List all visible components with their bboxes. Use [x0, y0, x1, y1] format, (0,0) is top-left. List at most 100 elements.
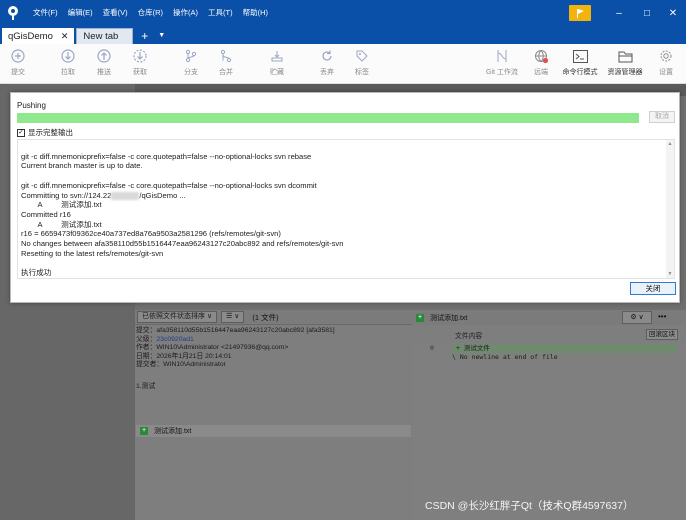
remote-label: 远端	[534, 69, 548, 76]
title-bar: 文件(F) 编辑(E) 查看(V) 仓库(R) 操作(A) 工具(T) 帮助(H…	[0, 0, 686, 26]
folder-icon	[605, 48, 645, 64]
line-number: 0	[430, 344, 434, 352]
diff-content	[412, 343, 686, 520]
commit-author: 作者：WIN10\Administrator <21497936@qq.com>	[136, 344, 289, 351]
file-list-toolbar: 已依照文件状态排序 ∨ ☰ ∨ (1 文件)	[135, 310, 412, 325]
added-file-icon: +	[140, 427, 148, 435]
close-window-button[interactable]: ✕	[659, 0, 686, 26]
fetch-button[interactable]: 获取	[120, 48, 160, 77]
remote-globe-icon	[521, 48, 561, 64]
tab-label: New tab	[83, 31, 119, 42]
output-log: git -c diff.mnemonicprefix=false -c core…	[17, 139, 675, 279]
explorer-button[interactable]: 资源管理器	[605, 48, 645, 77]
diff-no-newline: \ No newline at end of file	[452, 353, 558, 361]
output-line: No changes between afa358110d55b1516447e…	[21, 239, 344, 249]
show-full-output-toggle[interactable]: ✓ 显示完整输出	[17, 127, 73, 138]
added-file-icon: +	[416, 313, 424, 322]
redacted-address	[111, 191, 140, 200]
output-line: A 测试添加.txt	[21, 219, 102, 229]
commit-label: 提交	[11, 69, 25, 76]
scroll-down-icon[interactable]: ▼	[666, 270, 674, 278]
file-count: (1 文件)	[252, 312, 279, 322]
show-full-output-label: 显示完整输出	[28, 128, 73, 137]
discard-label: 丢弃	[320, 69, 334, 76]
output-line: Resetting to the latest refs/remotes/git…	[21, 248, 164, 258]
terminal-button[interactable]: 命令行模式	[560, 48, 600, 77]
output-line: Committing to svn://124.22/qGisDemo ...	[21, 191, 671, 201]
branch-icon	[171, 48, 211, 64]
commit-parent: 父级：23c0920ad1	[136, 336, 411, 345]
discard-button[interactable]: 丢弃	[307, 48, 347, 77]
dialog-title: Pushing	[17, 101, 46, 110]
push-progress-bar	[17, 113, 639, 123]
add-tab-button[interactable]: +	[141, 28, 148, 44]
commit-info: 提交：afa358110d55b1516447eaa96243127c20abc…	[136, 327, 411, 370]
close-button[interactable]: 关闭	[630, 282, 676, 295]
tab-bar: qGisDemo ✕ New tab + ▼	[0, 26, 686, 44]
gear-icon	[646, 48, 686, 64]
flag-icon[interactable]	[569, 5, 591, 21]
view-mode-dropdown[interactable]: ☰ ∨	[221, 311, 245, 323]
menu-view[interactable]: 查看(V)	[98, 0, 133, 26]
parent-link[interactable]: 23c0920ad1	[156, 336, 193, 343]
tab-new-tab[interactable]: New tab	[76, 28, 134, 44]
menu-tools[interactable]: 工具(T)	[203, 0, 238, 26]
more-options-icon[interactable]: •••	[658, 312, 666, 321]
tab-close-icon[interactable]: ✕	[61, 31, 69, 42]
main-toolbar: 提交 拉取 推送 获取 分支 合并 贮藏 丢弃 标签 Git 工作流 远端 命令…	[0, 44, 686, 84]
push-button[interactable]: 推送	[84, 48, 124, 77]
push-label: 推送	[97, 69, 111, 76]
cancel-button[interactable]: 取消	[649, 111, 675, 123]
revert-hunk-button[interactable]: 回滚区块	[646, 329, 678, 340]
pull-button[interactable]: 拉取	[48, 48, 88, 77]
menu-help[interactable]: 帮助(H)	[238, 0, 273, 26]
branch-label: 分支	[184, 69, 198, 76]
explorer-label: 资源管理器	[607, 69, 643, 76]
sourcetree-logo-icon	[4, 4, 22, 22]
list-item[interactable]: + 测试添加.txt	[136, 425, 411, 437]
minimize-button[interactable]: –	[605, 0, 633, 26]
stash-button[interactable]: 贮藏	[257, 48, 297, 77]
tab-label: qGisDemo	[8, 30, 53, 42]
commit-message: 1.测试	[136, 383, 156, 390]
settings-button[interactable]: 设置	[646, 48, 686, 77]
diff-file-name: 测试添加.txt	[430, 314, 468, 322]
git-flow-button[interactable]: Git 工作流	[482, 48, 522, 77]
branch-button[interactable]: 分支	[171, 48, 211, 77]
pull-icon	[48, 48, 88, 64]
scroll-up-icon[interactable]: ▲	[666, 140, 674, 148]
tab-list-dropdown-icon[interactable]: ▼	[158, 28, 165, 44]
remote-button[interactable]: 远端	[521, 48, 561, 77]
commit-hash: 提交：afa358110d55b1516447eaa96243127c20abc…	[136, 327, 335, 334]
tag-icon	[342, 48, 382, 64]
stash-icon	[257, 48, 297, 64]
pull-label: 拉取	[61, 69, 75, 76]
terminal-icon	[560, 48, 600, 64]
maximize-button[interactable]: □	[633, 0, 661, 26]
diff-options-button[interactable]: ⚙ ∨	[622, 311, 652, 324]
output-line: Current branch master is up to date.	[21, 161, 143, 171]
merge-button[interactable]: 合并	[206, 48, 246, 77]
commit-committer: 提交者：WIN10\Administrator	[136, 361, 226, 368]
output-scrollbar[interactable]: ▲ ▼	[666, 140, 674, 278]
settings-label: 设置	[659, 69, 673, 76]
terminal-label: 命令行模式	[562, 69, 598, 76]
sort-order-dropdown[interactable]: 已依照文件状态排序 ∨	[137, 311, 218, 323]
menu-repository[interactable]: 仓库(R)	[133, 0, 168, 26]
menu-actions[interactable]: 操作(A)	[168, 0, 203, 26]
tag-button[interactable]: 标签	[342, 48, 382, 77]
commit-button[interactable]: 提交	[0, 48, 38, 77]
parent-label: 父级：	[136, 335, 157, 343]
menu-file[interactable]: 文件(F)	[28, 0, 63, 26]
merge-icon	[206, 48, 246, 64]
output-line: git -c diff.mnemonicprefix=false -c core…	[21, 180, 317, 190]
menu-edit[interactable]: 编辑(E)	[63, 0, 98, 26]
show-full-output-checkbox[interactable]: ✓	[17, 128, 25, 137]
tab-qgisdemo[interactable]: qGisDemo ✕	[2, 28, 75, 44]
fetch-label: 获取	[133, 69, 147, 76]
commit-date: 日期：2026年1月21日 20:14:01	[136, 352, 232, 360]
git-flow-icon	[482, 48, 522, 64]
commit-icon	[0, 48, 38, 64]
diff-added-line: + 测试文件	[452, 344, 677, 353]
progress-fill	[17, 113, 639, 123]
